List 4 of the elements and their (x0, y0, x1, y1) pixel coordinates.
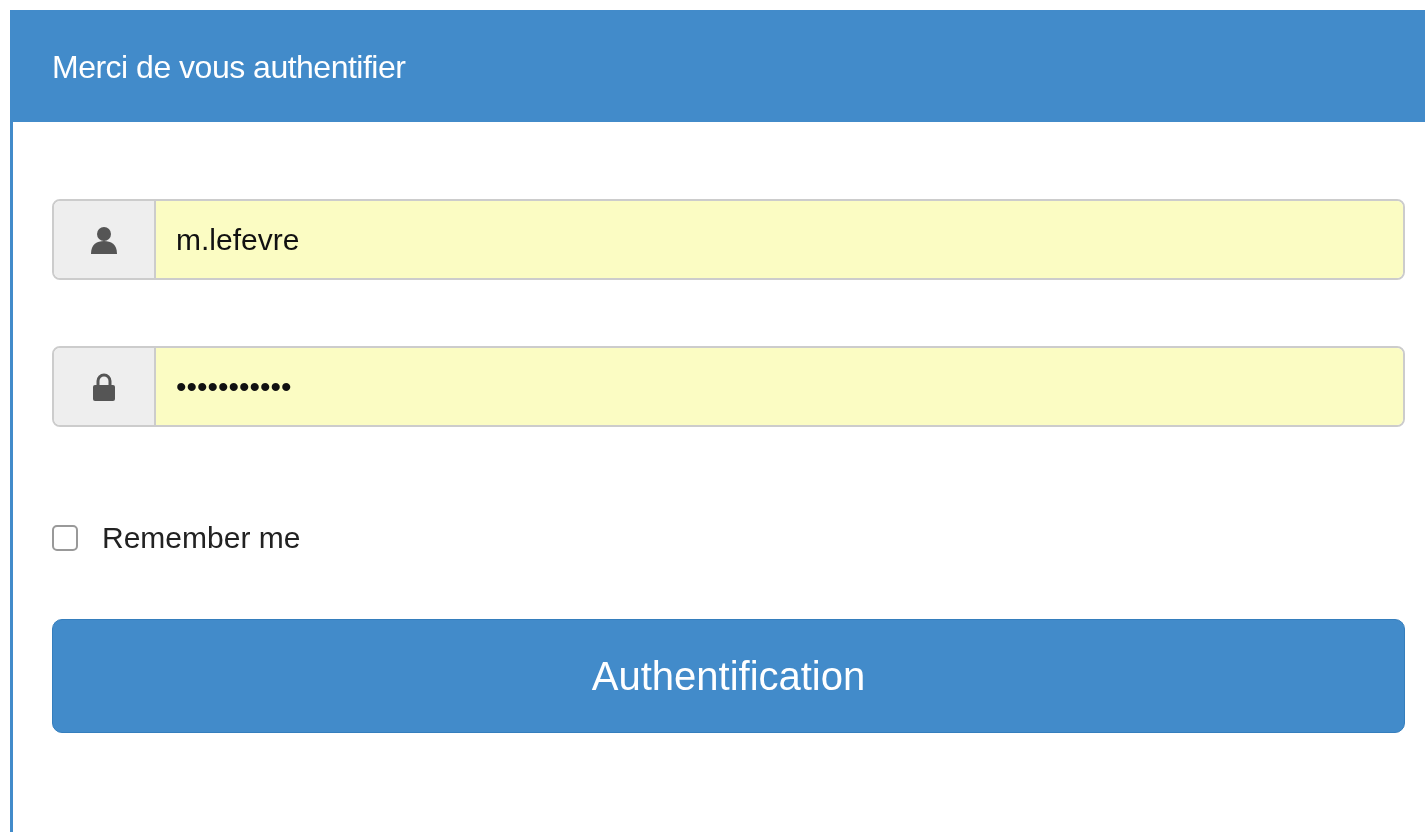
remember-label: Remember me (102, 521, 301, 555)
panel-title: Merci de vous authentifier (52, 49, 406, 86)
submit-button[interactable]: Authentification (52, 619, 1405, 733)
remember-checkbox[interactable] (52, 525, 78, 551)
